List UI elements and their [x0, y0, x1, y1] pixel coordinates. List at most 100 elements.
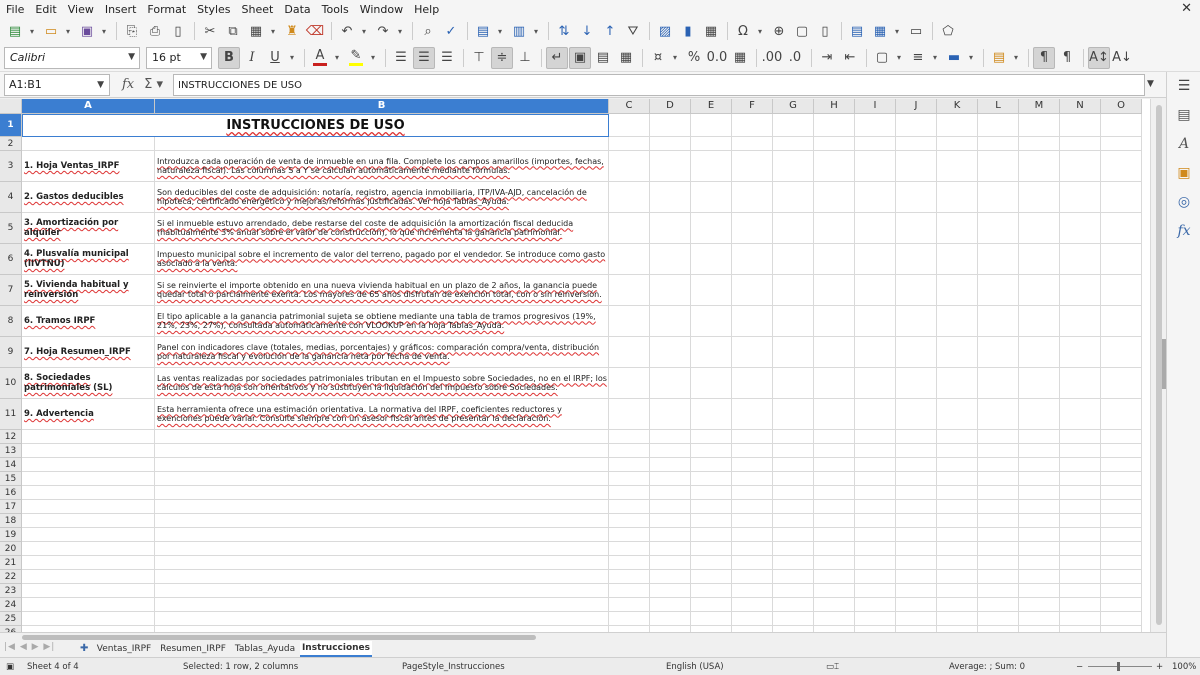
align-right-icon[interactable]: ☰	[436, 47, 458, 69]
clone-formatting-icon[interactable]: ♜	[281, 20, 303, 42]
instruction-label-cell[interactable]: 3. Amortización por alquiler	[23, 213, 155, 243]
menu-sheet[interactable]: Sheet	[242, 3, 274, 16]
column-header-b[interactable]: B	[155, 99, 609, 114]
merge-center-icon[interactable]: ▣	[569, 46, 591, 69]
instruction-label-cell[interactable]: 8. Sociedades patrimoniales (SL)	[23, 368, 155, 398]
instruction-label-cell[interactable]: 5. Vivienda habitual y reinversión	[23, 275, 155, 305]
instruction-description-cell[interactable]: Panel con indicadores clave (totales, me…	[156, 337, 608, 367]
row-header-1[interactable]: 1	[0, 114, 22, 137]
merge-cells-icon[interactable]: ▤	[592, 47, 614, 69]
menu-styles[interactable]: Styles	[197, 3, 230, 16]
instruction-label-cell[interactable]: 9. Advertencia	[23, 399, 155, 429]
instruction-description-cell[interactable]: Si el inmueble estuvo arrendado, debe re…	[156, 213, 608, 243]
column-header-l[interactable]: L	[978, 99, 1019, 114]
border-style-icon[interactable]: ≡	[907, 47, 929, 69]
menu-edit[interactable]: Edit	[35, 3, 56, 16]
define-print-area-icon[interactable]: ▤	[846, 20, 868, 42]
column-icon[interactable]: ▥	[508, 20, 530, 42]
column-header-k[interactable]: K	[937, 99, 978, 114]
horizontal-scroll-thumb[interactable]	[22, 635, 536, 640]
font-name-dropdown-icon[interactable]: ▼	[128, 52, 135, 62]
menu-tools[interactable]: Tools	[322, 3, 349, 16]
column-header-i[interactable]: I	[855, 99, 896, 114]
pivot-table-icon[interactable]: ▦	[700, 20, 722, 42]
align-bottom-icon[interactable]: ⊥	[514, 47, 536, 69]
row-header-23[interactable]: 23	[0, 584, 22, 598]
row-header-15[interactable]: 15	[0, 472, 22, 486]
menu-view[interactable]: View	[68, 3, 94, 16]
select-all-corner[interactable]	[0, 99, 22, 114]
row-header-2[interactable]: 2	[0, 137, 22, 151]
column-header-n[interactable]: N	[1060, 99, 1101, 114]
menu-file[interactable]: File	[6, 3, 24, 16]
functions-icon[interactable]: fx	[1174, 221, 1194, 241]
sort-descending-icon[interactable]: ↑	[599, 20, 621, 42]
row-header-9[interactable]: 9	[0, 337, 22, 368]
gallery-icon[interactable]: ▣	[1174, 163, 1194, 183]
highlight-dropdown-icon[interactable]: ▾	[368, 47, 378, 69]
row-header-17[interactable]: 17	[0, 500, 22, 514]
formula-input[interactable]: INSTRUCCIONES DE USO	[173, 74, 1145, 96]
special-character-icon[interactable]: Ω	[732, 20, 754, 42]
align-middle-icon[interactable]: ≑	[491, 46, 513, 69]
name-box[interactable]: A1:B1 ▼	[4, 73, 110, 96]
column-header-c[interactable]: C	[609, 99, 650, 114]
instruction-description-cell[interactable]: Esta herramienta ofrece una estimación o…	[156, 399, 608, 429]
unmerge-cells-icon[interactable]: ▦	[615, 47, 637, 69]
zoom-slider[interactable]	[1088, 666, 1152, 667]
sum-icon[interactable]: Σ ▾	[144, 77, 163, 92]
row-header-6[interactable]: 6	[0, 244, 22, 275]
zoom-slider-thumb[interactable]	[1117, 662, 1120, 671]
name-box-dropdown-icon[interactable]: ▼	[97, 80, 104, 90]
vertical-scrollbar[interactable]	[1150, 99, 1166, 632]
font-size-dropdown-icon[interactable]: ▼	[200, 52, 207, 62]
rtl-icon[interactable]: ¶	[1056, 47, 1078, 69]
hyperlink-icon[interactable]: ⊕	[768, 20, 790, 42]
borders-dropdown-icon[interactable]: ▾	[894, 47, 904, 69]
styles-icon[interactable]: A	[1174, 134, 1194, 154]
increase-indent-icon[interactable]: ⇥	[816, 47, 838, 69]
export-pdf-icon[interactable]: ⎘	[121, 20, 143, 42]
border-style-dropdown-icon[interactable]: ▾	[930, 47, 940, 69]
clear-formatting-icon[interactable]: ⌫	[304, 20, 326, 42]
print-icon[interactable]: ⎙	[144, 20, 166, 42]
column-header-o[interactable]: O	[1101, 99, 1142, 114]
freeze-dropdown-icon[interactable]: ▾	[892, 20, 902, 42]
title-cell[interactable]: INSTRUCCIONES DE USO	[22, 114, 609, 137]
row-header-12[interactable]: 12	[0, 430, 22, 444]
column-header-m[interactable]: M	[1019, 99, 1060, 114]
sidebar-menu-icon[interactable]: ☰	[1174, 76, 1194, 96]
sort-ascending-icon[interactable]: ↓	[576, 20, 598, 42]
sheet-tab-resumen-irpf[interactable]: Resumen_IRPF	[160, 641, 226, 657]
row-header-21[interactable]: 21	[0, 556, 22, 570]
highlight-color-button[interactable]: ✎	[345, 47, 367, 69]
insert-chart-icon[interactable]: ▮	[677, 20, 699, 42]
text-direction-tb-icon[interactable]: A↓	[1111, 47, 1133, 69]
row-header-14[interactable]: 14	[0, 458, 22, 472]
number-format-icon[interactable]: 0.0	[706, 47, 728, 69]
row-header-5[interactable]: 5	[0, 213, 22, 244]
decrease-indent-icon[interactable]: ⇤	[839, 47, 861, 69]
text-direction-lr-icon[interactable]: A↕	[1088, 46, 1110, 69]
instruction-label-cell[interactable]: 4. Plusvalía municipal (IIVTNU)	[23, 244, 155, 274]
row-header-13[interactable]: 13	[0, 444, 22, 458]
font-name-box[interactable]: Calibri ▼	[4, 46, 140, 69]
menu-format[interactable]: Format	[147, 3, 186, 16]
font-color-dropdown-icon[interactable]: ▾	[332, 47, 342, 69]
conditional-format-icon[interactable]: ▤	[988, 47, 1010, 69]
print-preview-icon[interactable]: ▯	[167, 20, 189, 42]
zoom-out-icon[interactable]: −	[1076, 662, 1083, 672]
freeze-rows-columns-icon[interactable]: ▦	[869, 20, 891, 42]
row-header-3[interactable]: 3	[0, 151, 22, 182]
new-document-icon[interactable]: ▤	[4, 20, 26, 42]
function-wizard-icon[interactable]: fx	[122, 77, 134, 92]
row-header-16[interactable]: 16	[0, 486, 22, 500]
instruction-description-cell[interactable]: Si se reinvierte el importe obtenido en …	[156, 275, 608, 305]
wrap-text-icon[interactable]: ↵	[546, 46, 568, 69]
headers-footers-icon[interactable]: ▯	[814, 20, 836, 42]
find-replace-icon[interactable]: ⌕	[417, 20, 439, 42]
horizontal-scrollbar[interactable]	[22, 634, 1148, 640]
redo-dropdown-icon[interactable]: ▾	[395, 20, 405, 42]
currency-format-icon[interactable]: ¤	[647, 47, 669, 69]
sort-icon[interactable]: ⇅	[553, 20, 575, 42]
